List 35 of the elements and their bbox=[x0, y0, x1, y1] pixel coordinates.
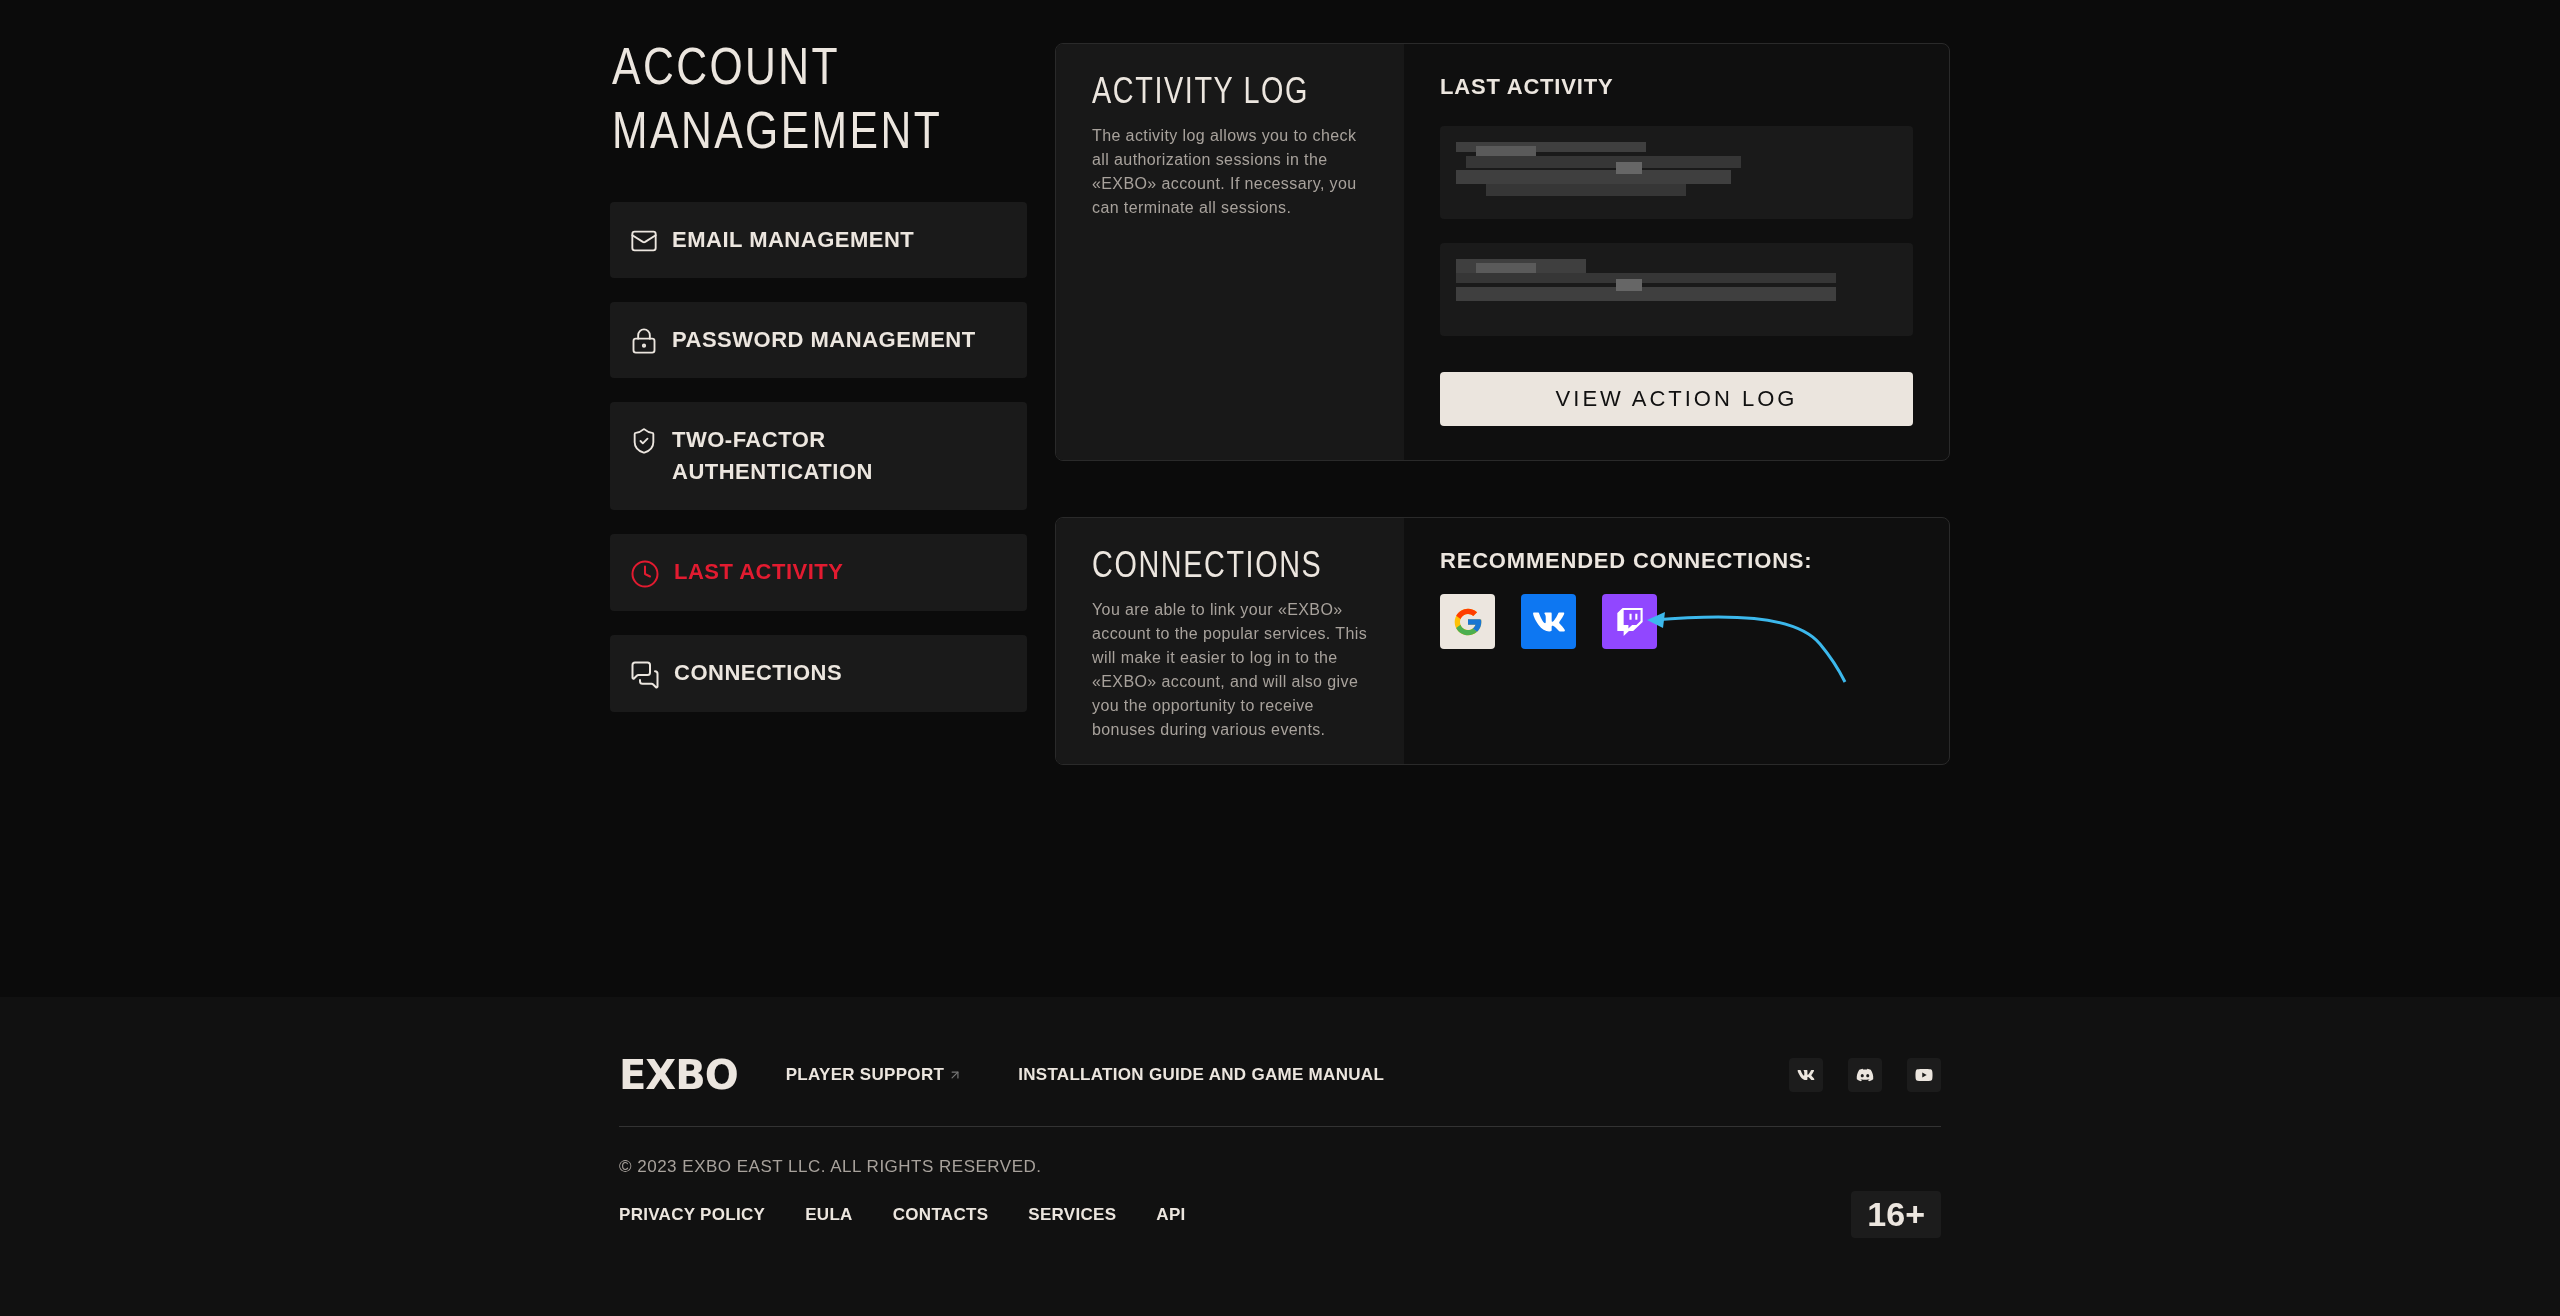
footer-link[interactable]: PLAYER SUPPORT bbox=[785, 1065, 963, 1085]
age-rating: 16+ bbox=[1851, 1191, 1941, 1238]
card-description: You are able to link your «EXBO» account to the popular services. This will make it easier to log in to the «EXBO» account, and will also give you the opportunity to receive bonuses during various events. bbox=[1092, 600, 1368, 740]
discord-icon bbox=[1856, 1066, 1874, 1084]
footer-link[interactable]: INSTALLATION GUIDE AND GAME MANUAL bbox=[1018, 1065, 1385, 1085]
section-heading: LAST ACTIVITY bbox=[1440, 74, 1615, 100]
footer-link[interactable]: CONTACTS bbox=[892, 1204, 989, 1225]
sidebar-item[interactable]: LAST ACTIVITY bbox=[610, 534, 1027, 611]
lock-icon bbox=[630, 327, 658, 355]
logo[interactable]: EXBO bbox=[619, 1052, 738, 1098]
chat-bubbles-icon bbox=[630, 660, 660, 690]
youtube-icon bbox=[1915, 1066, 1933, 1084]
section-heading: RECOMMENDED CONNECTIONS: bbox=[1440, 548, 1814, 574]
clock-icon bbox=[630, 559, 660, 589]
social-button[interactable] bbox=[1907, 1058, 1941, 1092]
social-button[interactable] bbox=[1789, 1058, 1823, 1092]
footer-link[interactable]: EULA bbox=[805, 1204, 853, 1225]
card-title: ACTIVITY LOG bbox=[1092, 70, 1310, 112]
card-title: CONNECTIONS bbox=[1092, 544, 1323, 586]
sidebar-item[interactable]: CONNECTIONS bbox=[610, 635, 1027, 712]
social-button[interactable] bbox=[1848, 1058, 1882, 1092]
footer-link[interactable]: SERVICES bbox=[1028, 1204, 1117, 1225]
sidebar-item[interactable]: TWO-FACTOR AUTHENTICATION bbox=[610, 402, 1027, 510]
footer-link[interactable]: API bbox=[1156, 1204, 1186, 1225]
footer-link[interactable]: PRIVACY POLICY bbox=[619, 1204, 766, 1225]
page-title: ACCOUNT MANAGEMENT bbox=[612, 36, 944, 161]
sidebar-item[interactable]: PASSWORD MANAGEMENT bbox=[610, 302, 1027, 378]
view-action-log-button[interactable]: VIEW ACTION LOG bbox=[1440, 372, 1913, 426]
card-description: The activity log allows you to check all authorization sessions in the «EXBO» account. If necessary, you can terminate all sessions. bbox=[1092, 126, 1358, 218]
copyright: © 2023 EXBO EAST LLC. ALL RIGHTS RESERVED. bbox=[619, 1157, 1043, 1177]
connect-button[interactable] bbox=[1521, 594, 1576, 649]
twitch-icon bbox=[1615, 607, 1644, 636]
connect-button[interactable] bbox=[1602, 594, 1657, 649]
sidebar-item[interactable]: EMAIL MANAGEMENT bbox=[610, 202, 1027, 278]
connect-button[interactable] bbox=[1440, 594, 1495, 649]
